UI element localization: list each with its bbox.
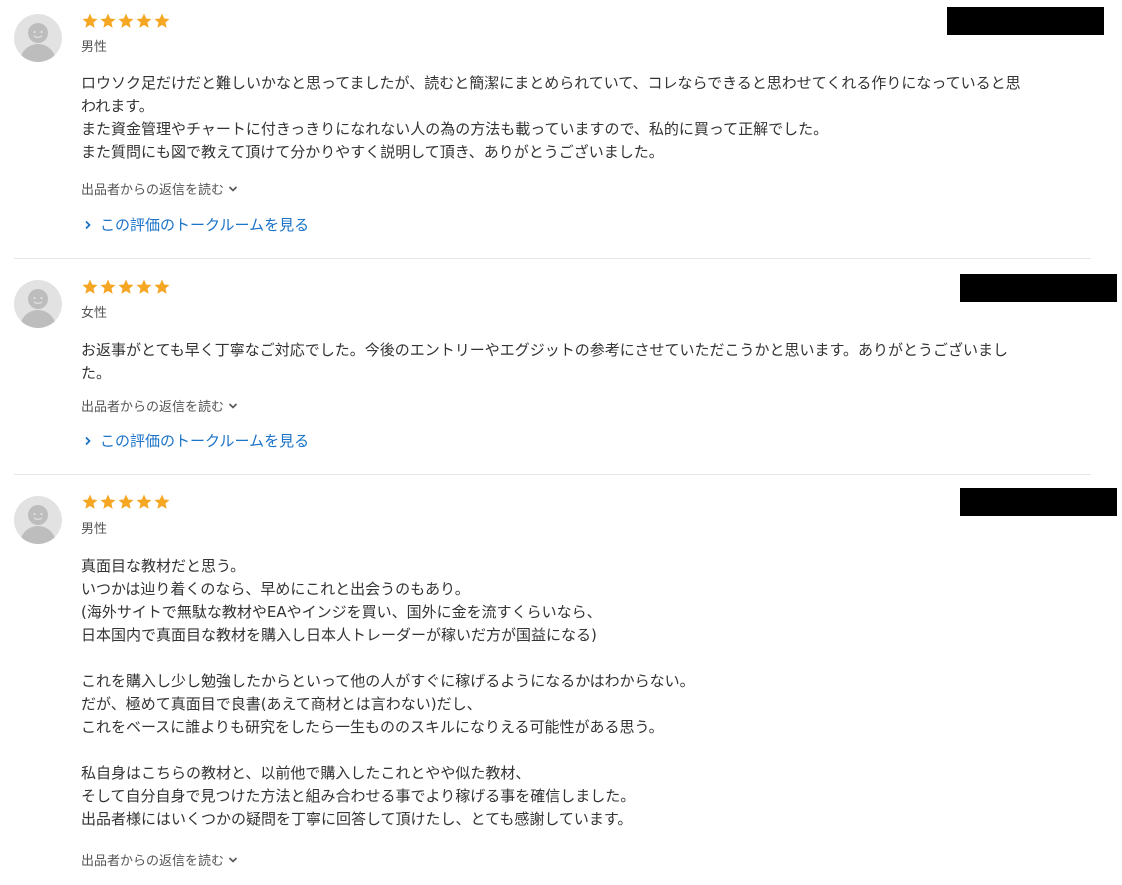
avatar: [14, 280, 62, 328]
view-talkroom-label: この評価のトークルームを見る: [100, 216, 310, 234]
review-text: お返事がとても早く丁寧なご対応でした。今後のエントリーやエグジットの参考にさせて…: [81, 341, 1009, 382]
user-silhouette-icon: [20, 23, 56, 62]
star-icon: [100, 279, 116, 294]
star-rating: [81, 493, 171, 511]
star-icon: [118, 13, 134, 28]
star-icon: [136, 279, 152, 294]
reviewer-gender: 男性: [81, 522, 108, 537]
divider: [14, 258, 1091, 259]
user-silhouette-icon: [20, 289, 56, 328]
redacted-block: [960, 488, 1117, 516]
reviewer-gender: 男性: [81, 40, 108, 55]
chevron-down-icon: [228, 183, 238, 199]
view-talkroom-label: この評価のトークルームを見る: [100, 432, 310, 450]
reviewer-gender: 女性: [81, 306, 108, 321]
star-icon: [154, 494, 170, 509]
star-icon: [118, 494, 134, 509]
view-talkroom-link[interactable]: この評価のトークルームを見る: [81, 215, 309, 235]
chevron-right-icon: [84, 215, 92, 235]
chevron-down-icon: [228, 854, 238, 870]
read-seller-reply-label: 出品者からの返信を読む: [81, 183, 225, 198]
star-icon: [154, 279, 170, 294]
read-seller-reply-link[interactable]: 出品者からの返信を読む: [81, 183, 238, 199]
star-rating: [81, 278, 171, 296]
star-icon: [136, 13, 152, 28]
avatar: [14, 14, 62, 62]
star-icon: [118, 279, 134, 294]
star-icon: [82, 279, 98, 294]
chevron-down-icon: [228, 400, 238, 416]
read-seller-reply-link[interactable]: 出品者からの返信を読む: [81, 854, 238, 870]
star-icon: [154, 13, 170, 28]
review-text: 真面目な教材だと思う。 いつかは辿り着くのなら、早めにこれと出会うのもあり。 (…: [81, 557, 695, 828]
redacted-block: [947, 7, 1104, 35]
star-icon: [100, 13, 116, 28]
read-seller-reply-link[interactable]: 出品者からの返信を読む: [81, 400, 238, 416]
star-icon: [82, 494, 98, 509]
user-silhouette-icon: [20, 505, 56, 544]
star-rating: [81, 12, 171, 30]
divider: [14, 474, 1091, 475]
read-seller-reply-label: 出品者からの返信を読む: [81, 400, 225, 415]
star-icon: [136, 494, 152, 509]
read-seller-reply-label: 出品者からの返信を読む: [81, 854, 225, 869]
view-talkroom-link[interactable]: この評価のトークルームを見る: [81, 431, 309, 451]
star-icon: [100, 494, 116, 509]
avatar: [14, 496, 62, 544]
chevron-right-icon: [84, 431, 92, 451]
star-icon: [82, 13, 98, 28]
redacted-block: [960, 274, 1117, 302]
review-text: ロウソク足だけだと難しいかなと思ってましたが、読むと簡潔にまとめられていて、コレ…: [81, 74, 1021, 161]
